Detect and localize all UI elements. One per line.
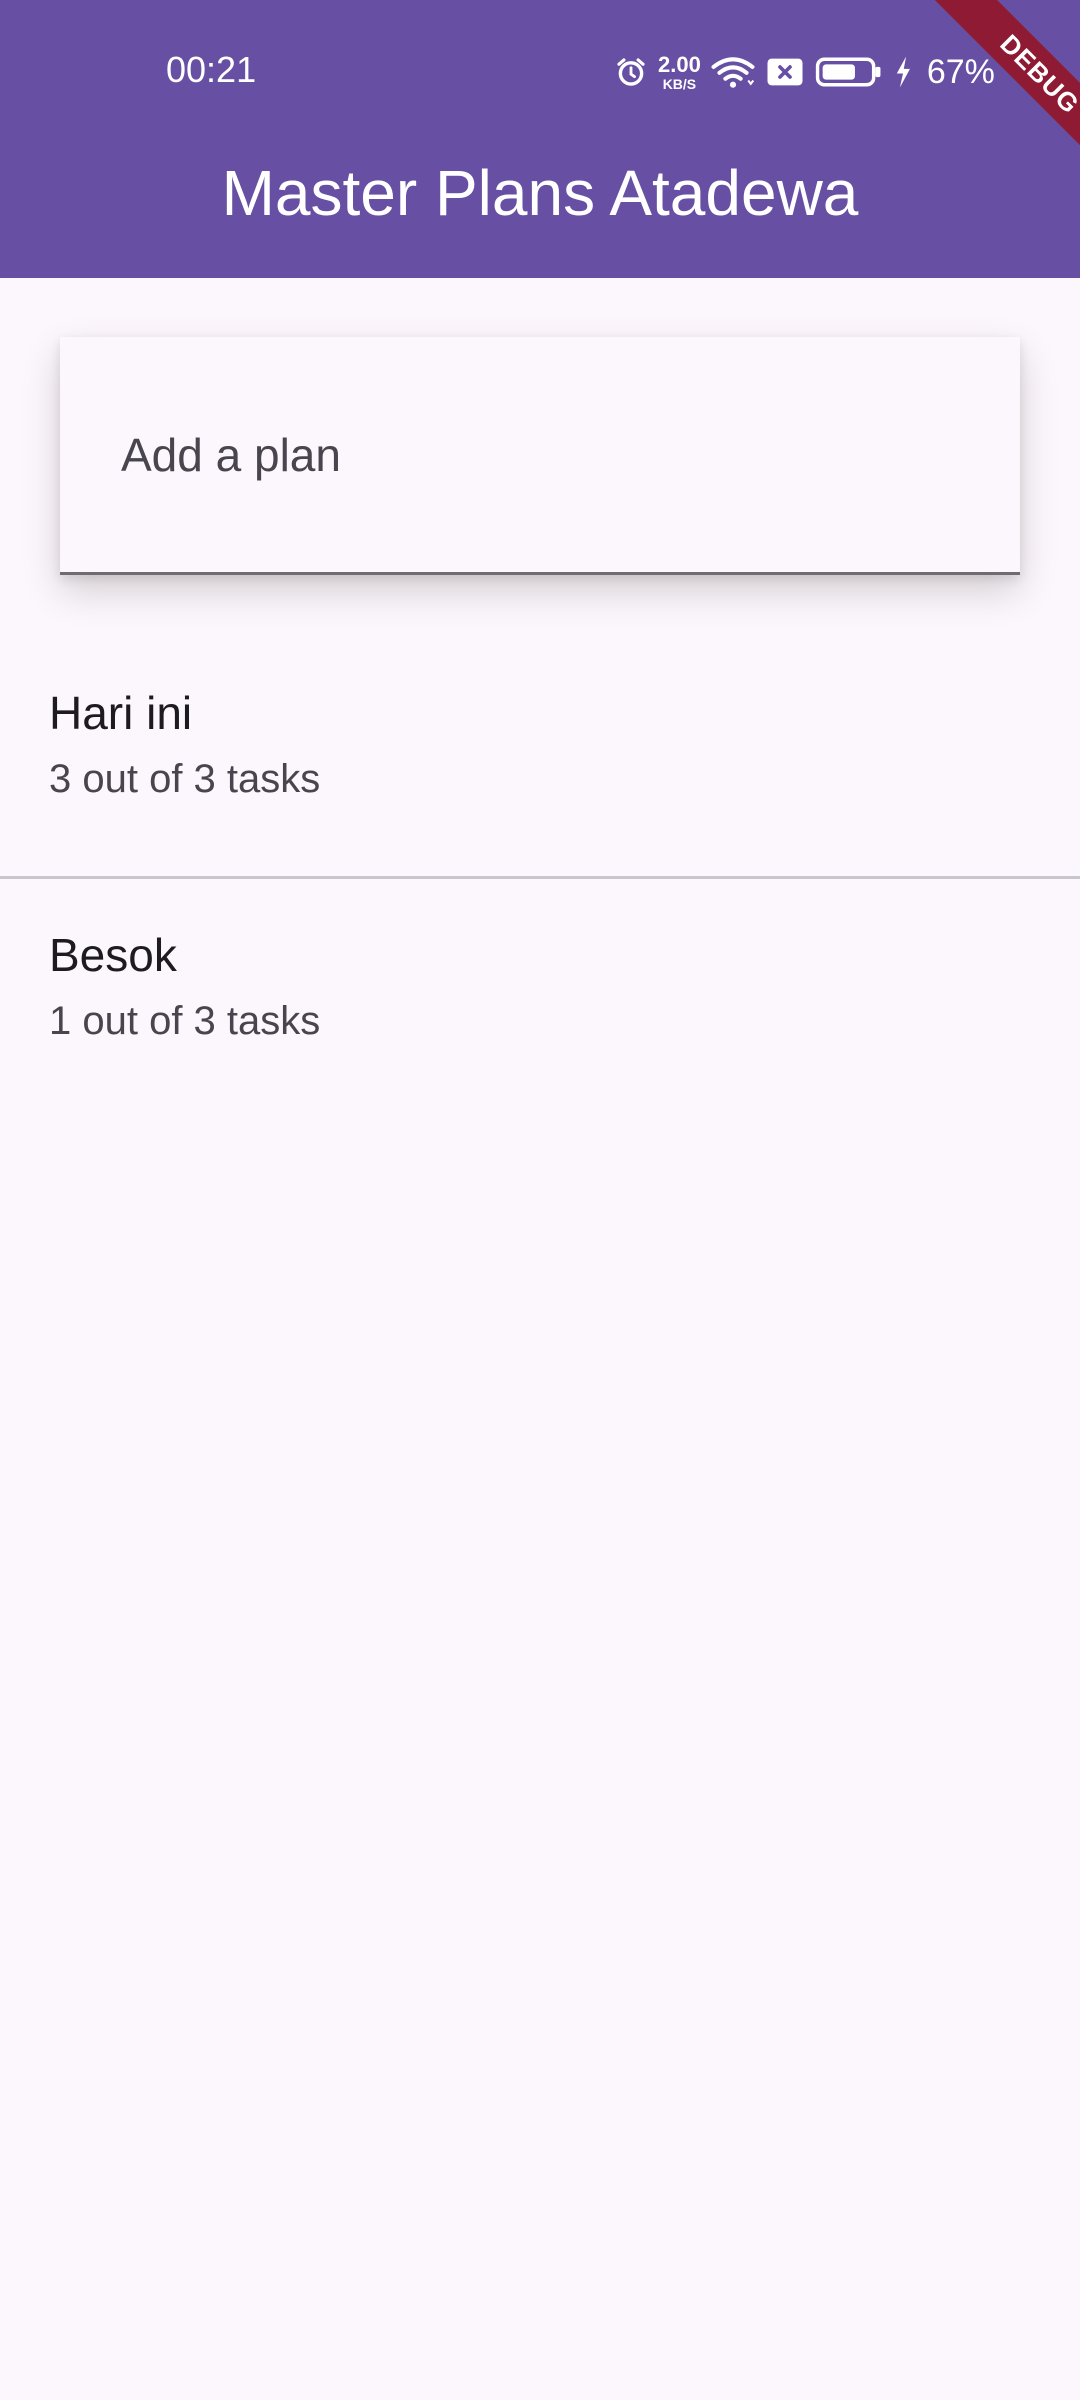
- network-speed-value: 2.00: [658, 51, 701, 77]
- plan-title: Hari ini: [49, 687, 193, 739]
- app-bar: 00:21 2.00 KB/S 67% Master Plans Atadewa: [0, 0, 1080, 278]
- status-time: 00:21: [166, 49, 257, 90]
- add-plan-input[interactable]: [121, 337, 981, 572]
- battery-icon: [815, 55, 883, 89]
- sim-blocked-icon: [765, 55, 805, 89]
- wifi-icon: [711, 54, 755, 90]
- network-speed-unit: KB/S: [662, 75, 697, 92]
- charging-icon: [893, 55, 913, 89]
- plan-progress: 1 out of 3 tasks: [49, 999, 321, 1043]
- plan-list-item[interactable]: Besok 1 out of 3 tasks: [0, 879, 1080, 1099]
- add-plan-card: [60, 337, 1020, 575]
- app-title: Master Plans Atadewa: [221, 157, 859, 229]
- plan-list: Hari ini 3 out of 3 tasks Besok 1 out of…: [0, 640, 1080, 1099]
- battery-percentage: 67%: [926, 52, 995, 91]
- plan-list-item[interactable]: Hari ini 3 out of 3 tasks: [0, 640, 1080, 876]
- plan-progress: 3 out of 3 tasks: [49, 757, 321, 801]
- alarm-icon: [614, 55, 648, 89]
- status-bar: 00:21 2.00 KB/S 67%: [0, 0, 1080, 140]
- network-speed: 2.00 KB/S: [658, 51, 701, 92]
- plan-title: Besok: [49, 929, 177, 981]
- status-icons: 2.00 KB/S 67%: [614, 50, 995, 94]
